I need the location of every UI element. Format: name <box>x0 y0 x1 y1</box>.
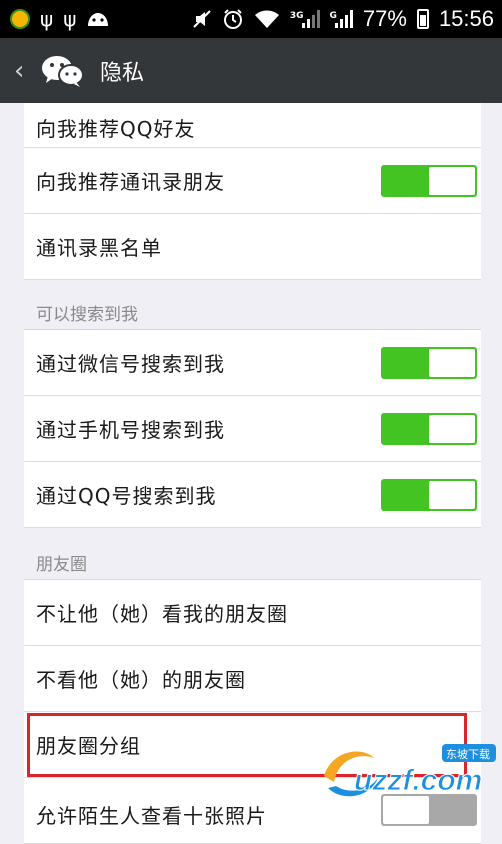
usb-debug-icon: ψ <box>63 7 77 31</box>
toggle-search-by-qq[interactable] <box>381 478 477 511</box>
android-icon <box>88 13 109 26</box>
row-hide-their-moments[interactable]: 不看他（她）的朋友圈 <box>24 646 481 712</box>
row-label: 通过微信号搜索到我 <box>36 352 225 376</box>
status-bar: ψ ψ 3G G 77% 15:56 <box>0 0 502 38</box>
battery-icon <box>416 9 429 29</box>
section-header-search: 可以搜索到我 <box>24 300 481 330</box>
row-label: 不看他（她）的朋友圈 <box>36 668 246 692</box>
watermark-logo: uzzf.com 东坡下载 <box>324 744 496 798</box>
row-label: 通过QQ号搜索到我 <box>36 484 217 508</box>
row-label: 向我推荐通讯录朋友 <box>36 170 225 194</box>
alarm-icon <box>223 9 242 29</box>
toggle-search-by-phone[interactable] <box>381 412 477 445</box>
status-right: 3G G 77% 15:56 <box>192 6 494 32</box>
toggle-knob <box>429 480 475 509</box>
row-label: 通过手机号搜索到我 <box>36 418 225 442</box>
row-contacts-blacklist[interactable]: 通讯录黑名单 <box>24 214 481 280</box>
battery-percent: 77% <box>362 6 407 31</box>
row-label: 不让他（她）看我的朋友圈 <box>36 602 288 626</box>
row-label: 向我推荐QQ好友 <box>36 117 196 141</box>
toggle-knob <box>429 348 475 377</box>
row-label: 通讯录黑名单 <box>36 236 162 260</box>
title-bar: ‹ 隐私 <box>0 38 502 103</box>
wifi-icon <box>254 10 279 28</box>
signal-g: G <box>330 10 353 28</box>
usb-icon: ψ <box>40 7 54 31</box>
wechat-logo-icon[interactable] <box>40 54 86 88</box>
row-search-by-wechat-id[interactable]: 通过微信号搜索到我 <box>24 330 481 396</box>
row-recommend-contacts[interactable]: 向我推荐通讯录朋友 <box>24 148 481 214</box>
toggle-knob <box>429 166 475 195</box>
back-chevron-icon[interactable]: ‹ <box>14 56 30 86</box>
watermark-text: uzzf.com <box>354 764 482 797</box>
toggle-recommend-contacts[interactable] <box>381 164 477 197</box>
toggle-search-by-wechat-id[interactable] <box>381 346 477 379</box>
signal-bars-icon <box>301 10 320 28</box>
row-search-by-phone[interactable]: 通过手机号搜索到我 <box>24 396 481 462</box>
row-hide-my-moments[interactable]: 不让他（她）看我的朋友圈 <box>24 580 481 646</box>
mute-icon <box>193 10 211 28</box>
section-header-moments: 朋友圈 <box>24 550 481 580</box>
row-search-by-qq[interactable]: 通过QQ号搜索到我 <box>24 462 481 528</box>
toggle-knob <box>429 414 475 443</box>
signal-3g: 3G <box>290 10 320 28</box>
status-left: ψ ψ <box>10 9 110 29</box>
watermark-badge: 东坡下载 <box>446 748 490 761</box>
clock: 15:56 <box>438 6 494 31</box>
page-title: 隐私 <box>100 60 145 86</box>
app-notification-icon <box>10 9 30 29</box>
signal-bars-icon <box>334 10 353 28</box>
